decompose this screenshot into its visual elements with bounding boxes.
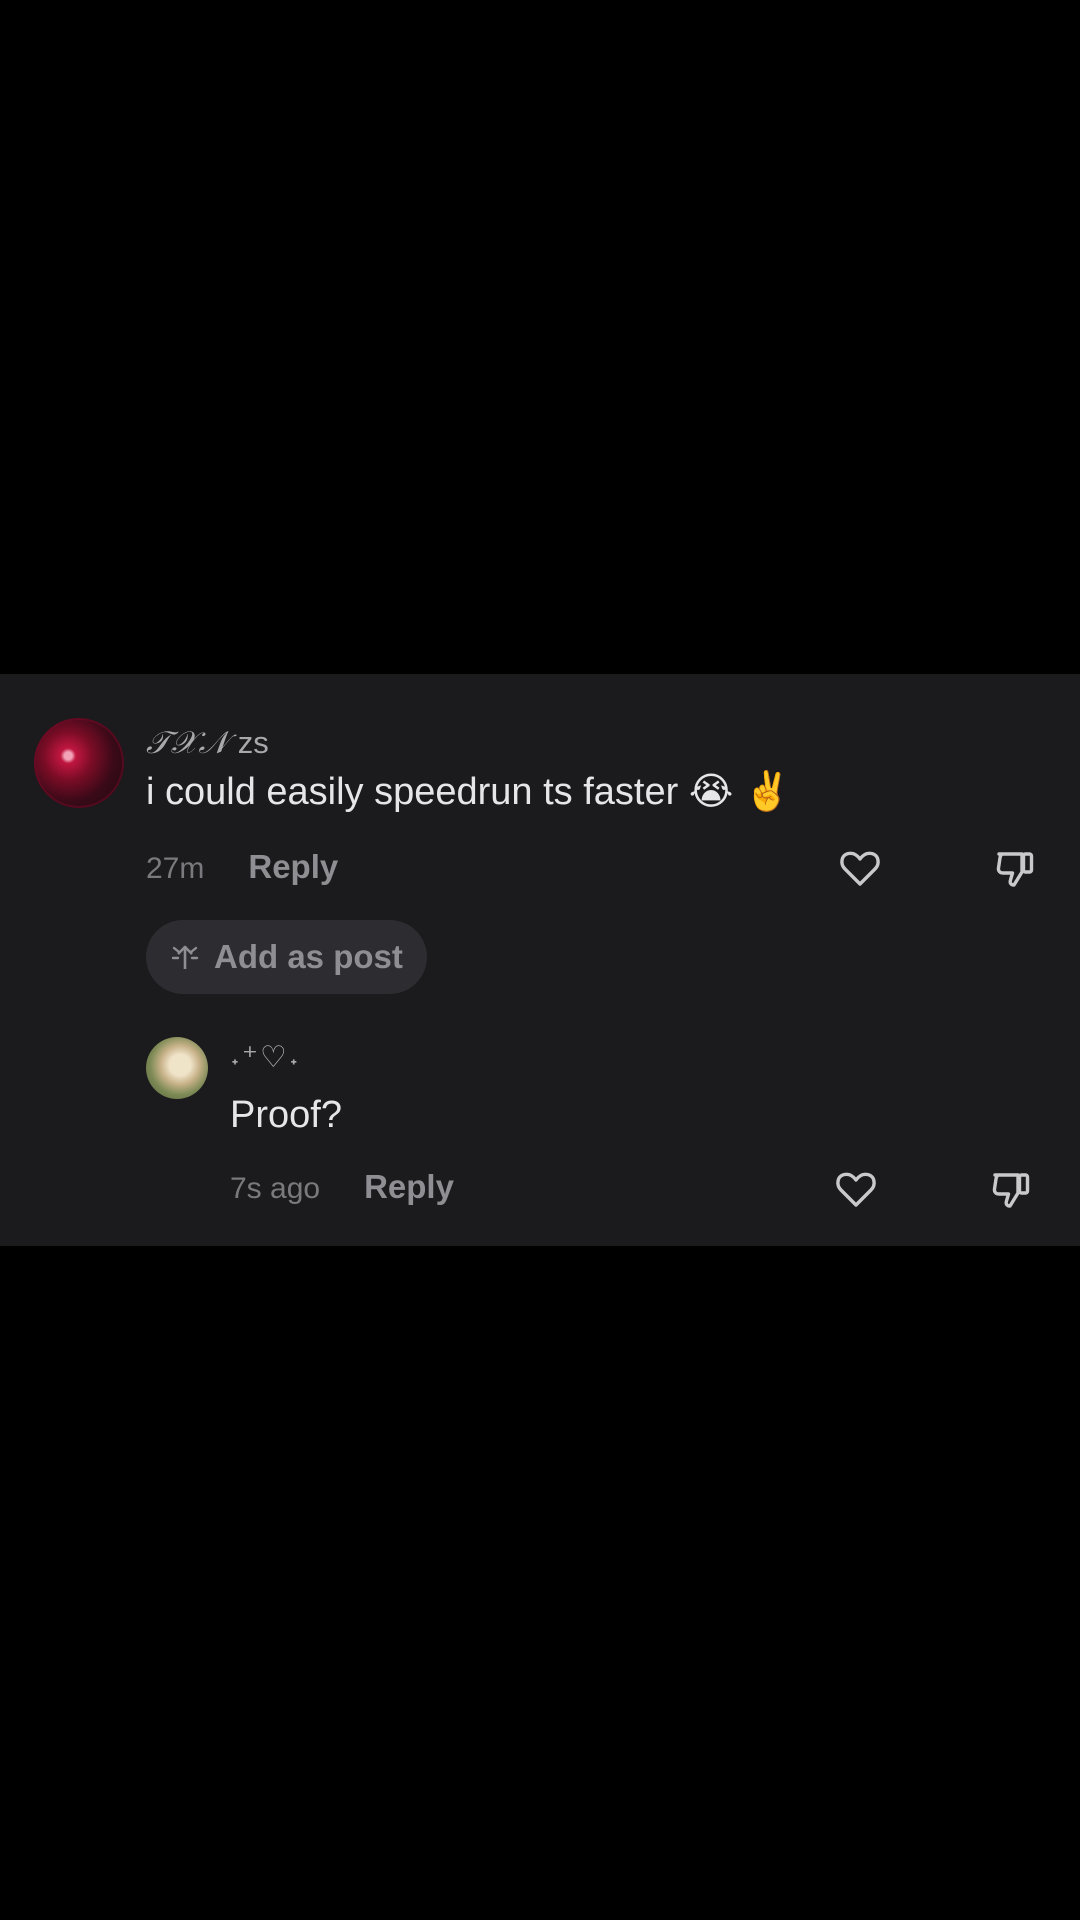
heart-outline-icon	[840, 851, 880, 886]
thumbs-down-icon	[996, 852, 1034, 887]
screen: 𝒯𝒳𝒩 zs i could easily speedrun ts faster…	[0, 0, 1080, 1920]
reply-timestamp: 7s ago	[230, 1172, 321, 1205]
like-button[interactable]	[836, 844, 884, 892]
reply-text: Proof?	[230, 1094, 342, 1136]
commenter-avatar[interactable]	[34, 718, 124, 808]
commenter-username[interactable]: 𝒯𝒳𝒩 zs	[146, 725, 269, 762]
comment-panel: 𝒯𝒳𝒩 zs i could easily speedrun ts faster…	[0, 674, 1080, 1246]
replier-username[interactable]: ˖⁺♡˖	[230, 1040, 301, 1075]
reply-to-reply-button[interactable]: Reply	[364, 1168, 454, 1206]
comment-body: i could easily speedrun ts faster 😭 ✌️	[146, 771, 792, 813]
comment-text: i could easily speedrun ts faster 😭 ✌️	[146, 769, 791, 814]
reply-dislike-button[interactable]	[988, 1165, 1036, 1213]
replier-avatar[interactable]	[146, 1037, 208, 1099]
reply-like-button[interactable]	[832, 1165, 880, 1213]
comment-timestamp: 27m	[146, 852, 205, 885]
username-suffix: zs	[229, 725, 269, 760]
reply-button[interactable]: Reply	[248, 848, 338, 886]
comment-meta: 27m Reply	[146, 848, 338, 886]
heart-outline-icon	[836, 1172, 876, 1207]
dislike-button[interactable]	[992, 844, 1040, 892]
add-as-post-button[interactable]: Add as post	[146, 920, 427, 994]
thumbs-down-icon	[992, 1173, 1030, 1208]
sparkle-arrow-icon	[171, 945, 199, 969]
add-as-post-label: Add as post	[214, 938, 403, 975]
reply-meta: 7s ago Reply	[230, 1168, 454, 1206]
username-stylized: 𝒯𝒳𝒩	[146, 725, 230, 761]
